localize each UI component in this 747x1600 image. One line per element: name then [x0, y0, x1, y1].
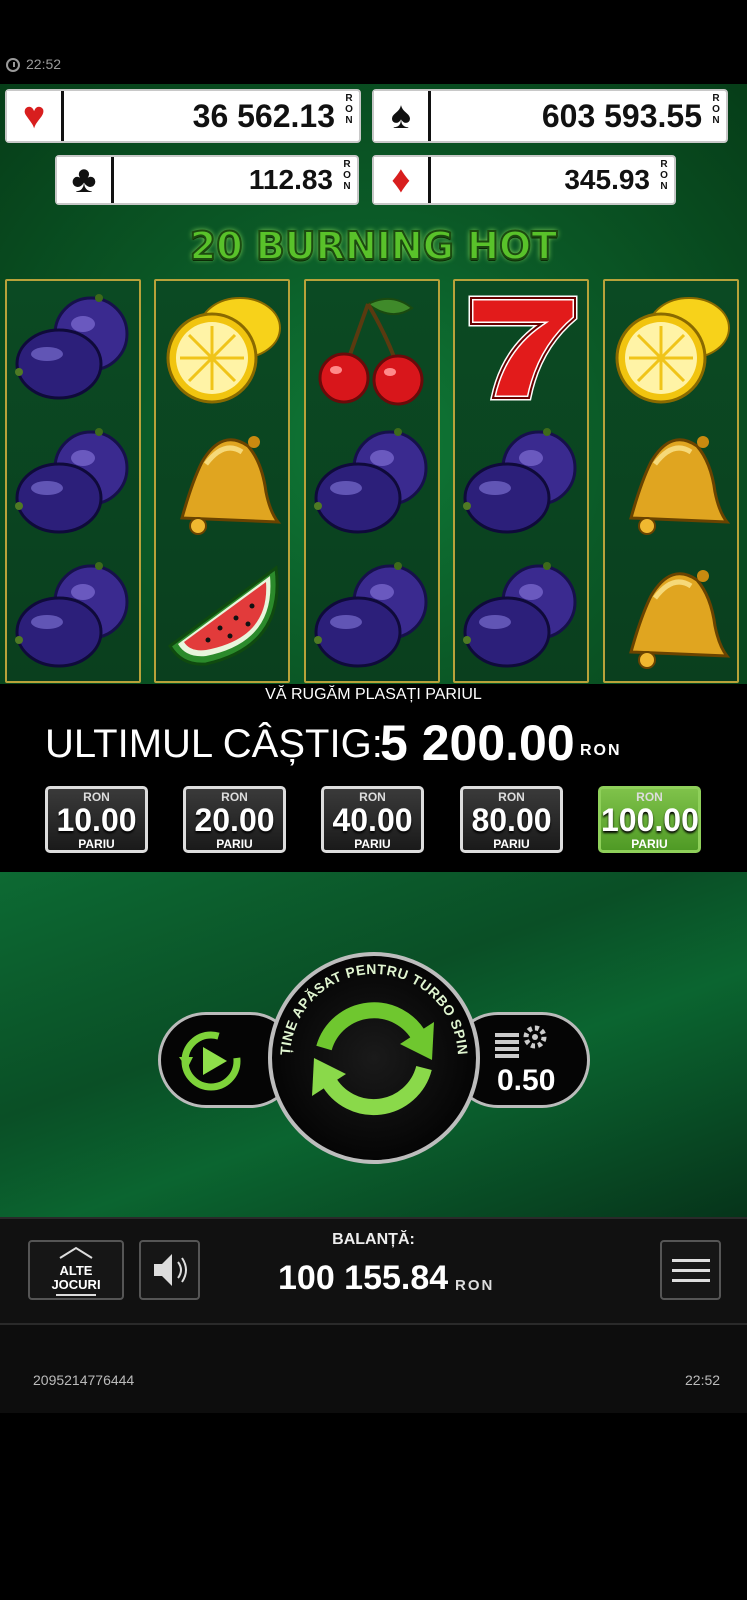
plum-icon	[7, 549, 139, 683]
sound-button[interactable]	[139, 1240, 200, 1300]
other-games-label: ALTE JOCURI	[51, 1263, 101, 1292]
footer-time: 22:52	[685, 1372, 721, 1388]
bet-label: PARIU	[216, 837, 253, 851]
plum-icon	[306, 415, 438, 549]
lemon-icon	[605, 281, 737, 415]
cherry-icon	[306, 281, 438, 415]
diamond-icon: ♦	[374, 157, 431, 203]
plum-icon	[306, 549, 438, 683]
reel-4	[453, 279, 589, 683]
balance-currency: RON	[455, 1277, 495, 1294]
plum-icon	[7, 281, 139, 415]
bet-label: PARIU	[78, 837, 115, 851]
menu-button[interactable]	[660, 1240, 721, 1300]
plum-icon	[7, 415, 139, 549]
reel-1	[5, 279, 141, 683]
jackpot-spade: ♠ 603 593.55 RON	[372, 89, 728, 143]
bet-amount: 20.00	[194, 802, 275, 838]
bell-icon	[156, 415, 288, 549]
club-icon: ♣	[57, 157, 114, 203]
last-win-value: 5 200.00	[380, 715, 575, 771]
spade-icon: ♠	[374, 91, 431, 141]
jackpot-diamond: ♦ 345.93 RON	[372, 155, 676, 205]
jackpot-value: 112.83	[114, 159, 337, 201]
heart-icon: ♥	[7, 91, 64, 141]
bet-per-line-value: 0.50	[497, 1064, 556, 1097]
bell-icon	[605, 415, 737, 549]
plum-icon	[455, 549, 587, 683]
bet-button-40[interactable]: RON 40.00 PARIU	[321, 786, 424, 853]
jackpot-currency: RON	[710, 93, 722, 126]
jackpot-currency: RON	[341, 159, 353, 192]
jackpot-value: 345.93	[431, 159, 654, 201]
coins-gear-icon	[495, 1025, 547, 1058]
jackpot-currency: RON	[343, 93, 355, 126]
balance-label: BALANȚĂ:	[332, 1231, 415, 1248]
other-games-button[interactable]: ALTE JOCURI	[28, 1240, 124, 1300]
clock-icon	[6, 58, 20, 72]
bet-button-20[interactable]: RON 20.00 PARIU	[183, 786, 286, 853]
last-win-label: ULTIMUL CÂȘTIG:	[45, 722, 383, 766]
bet-label: PARIU	[631, 837, 668, 851]
bet-amount: 10.00	[56, 802, 137, 838]
autoplay-icon	[179, 1031, 241, 1091]
bet-button-100[interactable]: RON 100.00 PARIU	[598, 786, 701, 853]
bet-button-10[interactable]: RON 10.00 PARIU	[45, 786, 148, 853]
jackpot-value: 36 562.13	[64, 93, 339, 139]
bet-label: PARIU	[354, 837, 391, 851]
hamburger-icon	[672, 1259, 710, 1262]
game-title: 20 BURNING HOT	[189, 223, 558, 269]
last-win-currency: RON	[580, 742, 622, 759]
footer	[0, 1325, 747, 1413]
status-bar: 22:52	[0, 50, 747, 84]
reel-2	[154, 279, 290, 683]
bet-amount: 80.00	[471, 802, 552, 838]
bet-button-80[interactable]: RON 80.00 PARIU	[460, 786, 563, 853]
seven-icon	[455, 281, 587, 415]
bet-amount: 40.00	[332, 802, 413, 838]
turbo-spin-hint-text: ȚINE APĂSAT PENTRU TURBO SPIN	[277, 961, 471, 1056]
plum-icon	[455, 415, 587, 549]
balance-value: 100 155.84	[278, 1259, 449, 1297]
bet-amount: 100.00	[601, 802, 699, 838]
reel-5	[603, 279, 739, 683]
jackpot-value: 603 593.55	[431, 93, 706, 139]
jackpot-currency: RON	[658, 159, 670, 192]
jackpot-club: ♣ 112.83 RON	[55, 155, 359, 205]
turbo-spin-hint: ȚINE APĂSAT PENTRU TURBO SPIN	[277, 961, 471, 1056]
status-time: 22:52	[26, 56, 62, 72]
bet-label: PARIU	[493, 837, 530, 851]
game-round-id: 2095214776444	[33, 1372, 135, 1388]
speaker-icon	[154, 1254, 187, 1286]
status-message: VĂ RUGĂM PLASAȚI PARIUL	[265, 686, 482, 703]
jackpot-heart: ♥ 36 562.13 RON	[5, 89, 361, 143]
svg-text:ȚINE APĂSAT PENTRU TURBO SPIN: ȚINE APĂSAT PENTRU TURBO SPIN	[277, 961, 471, 1056]
watermelon-icon	[156, 549, 288, 683]
reel-3	[304, 279, 440, 683]
bell-icon	[605, 549, 737, 683]
lemon-icon	[156, 281, 288, 415]
